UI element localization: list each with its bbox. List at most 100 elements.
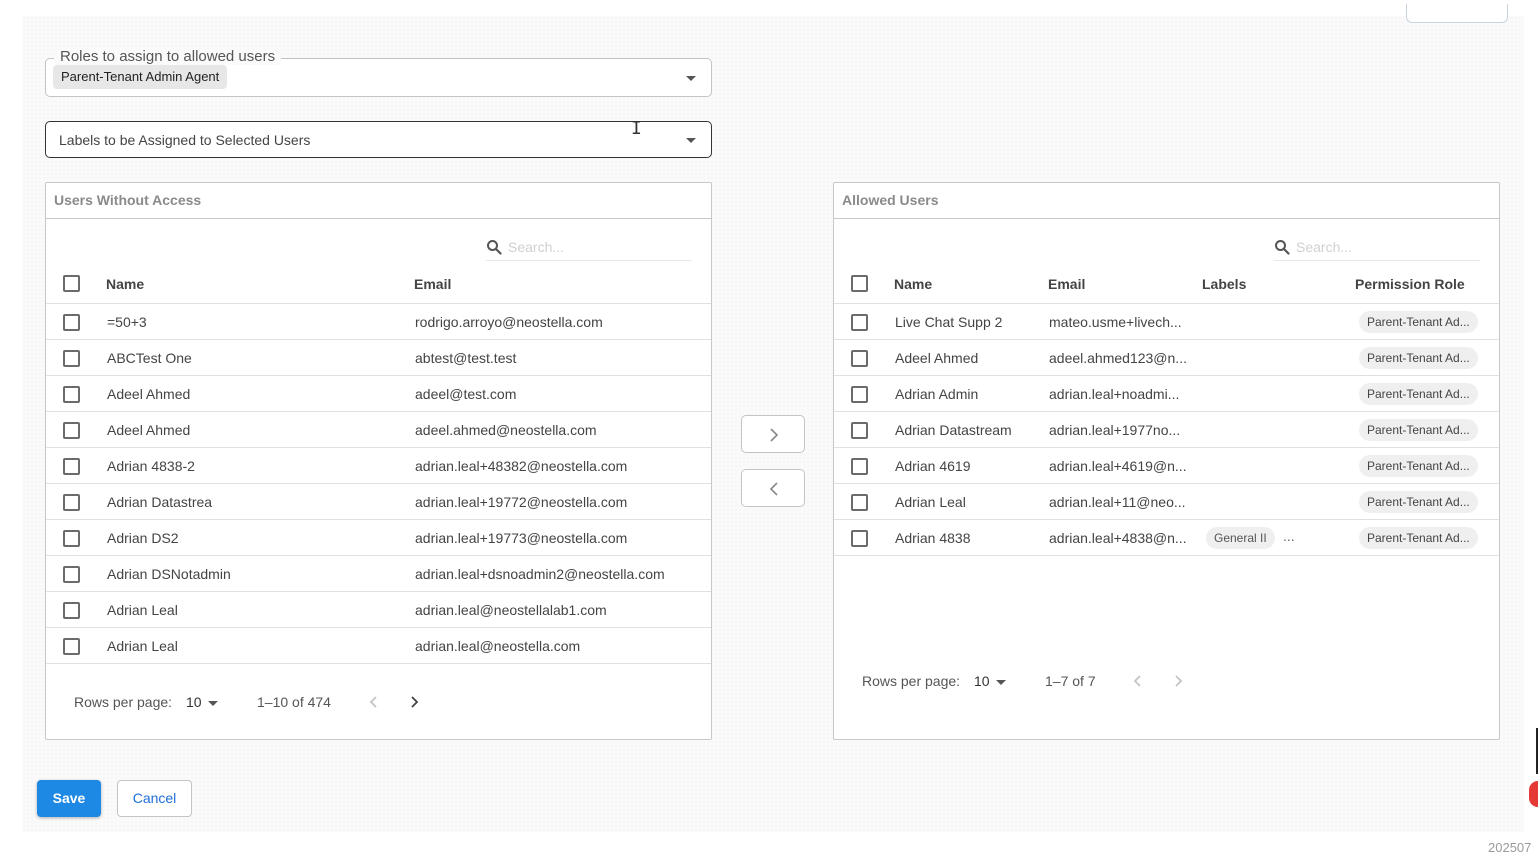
- user-name: Adrian 4838: [895, 530, 971, 546]
- row-checkbox[interactable]: [851, 422, 868, 439]
- page-range: 1–7 of 7: [1045, 673, 1096, 689]
- row-checkbox[interactable]: [63, 566, 80, 583]
- user-email: adeel.ahmed123@n...: [1049, 350, 1187, 366]
- row-checkbox[interactable]: [63, 602, 80, 619]
- cancel-button[interactable]: Cancel: [117, 780, 192, 817]
- chevron-down-icon[interactable]: [208, 701, 218, 706]
- permission-role-chip[interactable]: Parent-Tenant Ad...: [1359, 311, 1478, 333]
- row-checkbox[interactable]: [63, 350, 80, 367]
- roles-select[interactable]: Roles to assign to allowed users Parent-…: [45, 48, 712, 97]
- column-header-email[interactable]: Email: [414, 276, 451, 292]
- chevron-right-icon[interactable]: [405, 693, 423, 711]
- table-row[interactable]: Adrian Datastrea adrian.leal+19772@neoste…: [46, 484, 711, 520]
- row-checkbox[interactable]: [63, 494, 80, 511]
- role-chip[interactable]: Parent-Tenant Admin Agent: [53, 65, 228, 89]
- column-header-labels[interactable]: Labels: [1202, 276, 1246, 292]
- row-checkbox[interactable]: [63, 422, 80, 439]
- search-input[interactable]: [508, 237, 688, 257]
- column-header-name[interactable]: Name: [894, 276, 932, 292]
- user-email: adrian.leal+19772@neostella.com: [415, 494, 628, 510]
- table-row[interactable]: Live Chat Supp 2 mateo.usme+livech... Pare…: [834, 304, 1499, 340]
- user-email: abtest@test.test: [415, 350, 517, 366]
- chevron-left-icon: [769, 482, 778, 496]
- rows-per-page-label: Rows per page:: [74, 694, 173, 710]
- row-checkbox[interactable]: [63, 458, 80, 475]
- user-name: Adrian Leal: [107, 638, 178, 654]
- search-box: [1274, 235, 1480, 261]
- table-row[interactable]: Adrian DSNotadmin adrian.leal+dsnoadmin2@…: [46, 556, 711, 592]
- row-checkbox[interactable]: [63, 530, 80, 547]
- chevron-left-icon[interactable]: [1129, 672, 1147, 690]
- user-email: adrian.leal+dsnoadmin2@neostella.com: [415, 566, 665, 582]
- table-row[interactable]: Adrian Datastream adrian.leal+1977no... Pa…: [834, 412, 1499, 448]
- row-checkbox[interactable]: [851, 494, 868, 511]
- user-email: adrian.leal+4619@n...: [1049, 458, 1187, 474]
- permission-role-chip[interactable]: Parent-Tenant Ad...: [1359, 383, 1478, 405]
- page-range: 1–10 of 474: [257, 694, 331, 710]
- user-name: Adrian 4838-2: [107, 458, 195, 474]
- column-header-email[interactable]: Email: [1048, 276, 1085, 292]
- user-email: mateo.usme+livech...: [1049, 314, 1182, 330]
- table-row[interactable]: Adeel Ahmed adeel@test.com: [46, 376, 711, 412]
- permission-role-chip[interactable]: Parent-Tenant Ad...: [1359, 491, 1478, 513]
- save-button[interactable]: Save: [37, 780, 101, 817]
- label-chip[interactable]: General II: [1206, 527, 1275, 549]
- users-without-access-panel: Users Without Access Name Email =50+3 rod…: [45, 182, 712, 740]
- labels-select[interactable]: Labels to be Assigned to Selected Users: [45, 121, 712, 158]
- search-input[interactable]: [1296, 237, 1476, 257]
- user-email: adrian.leal@neostella.com: [415, 638, 581, 654]
- top-action-button[interactable]: [1406, 4, 1508, 23]
- row-checkbox[interactable]: [63, 638, 80, 655]
- help-fab-button[interactable]: [1529, 781, 1538, 807]
- search-box: [486, 235, 692, 261]
- user-name: Live Chat Supp 2: [895, 314, 1003, 330]
- rows-per-page-select[interactable]: 10: [186, 694, 202, 710]
- rows-per-page-select[interactable]: 10: [974, 673, 990, 689]
- user-email: adrian.leal+19773@neostella.com: [415, 530, 628, 546]
- permission-role-chip[interactable]: Parent-Tenant Ad...: [1359, 527, 1478, 549]
- rows-per-page-label: Rows per page:: [862, 673, 961, 689]
- table-row[interactable]: =50+3 rodrigo.arroyo@neostella.com: [46, 304, 711, 340]
- chevron-right-icon[interactable]: [1169, 672, 1187, 690]
- panel-title: Allowed Users: [834, 183, 1499, 219]
- move-right-button[interactable]: [741, 415, 805, 453]
- row-checkbox[interactable]: [63, 314, 80, 331]
- row-checkbox[interactable]: [851, 458, 868, 475]
- table-row[interactable]: Adrian 4838 adrian.leal+4838@n... General …: [834, 520, 1499, 556]
- pagination: Rows per page: 10 1–10 of 474: [46, 688, 711, 718]
- chevron-down-icon[interactable]: [686, 75, 696, 81]
- table-row[interactable]: Adeel Ahmed adeel.ahmed@neostella.com: [46, 412, 711, 448]
- table-row[interactable]: ABCTest One abtest@test.test: [46, 340, 711, 376]
- user-name: Adrian Datastrea: [107, 494, 213, 510]
- table-row[interactable]: Adrian Leal adrian.leal+11@neo... Parent-T…: [834, 484, 1499, 520]
- more-labels-indicator[interactable]: ...: [1283, 528, 1295, 544]
- table-row[interactable]: Adrian 4838-2 adrian.leal+48382@neostella…: [46, 448, 711, 484]
- select-all-checkbox[interactable]: [851, 275, 868, 292]
- permission-role-chip[interactable]: Parent-Tenant Ad...: [1359, 419, 1478, 441]
- column-header-name[interactable]: Name: [106, 276, 144, 292]
- table-row[interactable]: Adrian 4619 adrian.leal+4619@n... Parent-T…: [834, 448, 1499, 484]
- move-left-button[interactable]: [741, 469, 805, 507]
- row-checkbox[interactable]: [851, 530, 868, 547]
- user-name: Adrian Leal: [107, 602, 178, 618]
- table-row[interactable]: Adrian Leal adrian.leal@neostella.com: [46, 628, 711, 664]
- table-row[interactable]: Adrian Admin adrian.leal+noadmi... Parent-…: [834, 376, 1499, 412]
- user-name: Adeel Ahmed: [107, 422, 191, 438]
- chevron-down-icon[interactable]: [686, 137, 696, 143]
- column-header-permission-role[interactable]: Permission Role: [1355, 276, 1465, 292]
- permission-role-chip[interactable]: Parent-Tenant Ad...: [1359, 455, 1478, 477]
- chevron-down-icon[interactable]: [996, 680, 1006, 685]
- table-row[interactable]: Adeel Ahmed adeel.ahmed123@n... Parent-Ten…: [834, 340, 1499, 376]
- row-checkbox[interactable]: [851, 386, 868, 403]
- permission-role-chip[interactable]: Parent-Tenant Ad...: [1359, 347, 1478, 369]
- allowed-users-panel: Allowed Users Name Email Labels Permissi…: [833, 182, 1500, 740]
- table-row[interactable]: Adrian DS2 adrian.leal+19773@neostella.co…: [46, 520, 711, 556]
- select-all-checkbox[interactable]: [63, 275, 80, 292]
- row-checkbox[interactable]: [63, 386, 80, 403]
- chevron-left-icon[interactable]: [365, 693, 383, 711]
- row-checkbox[interactable]: [851, 350, 868, 367]
- table-row[interactable]: Adrian Leal adrian.leal@neostellalab1.com: [46, 592, 711, 628]
- row-checkbox[interactable]: [851, 314, 868, 331]
- user-email: adeel.ahmed@neostella.com: [415, 422, 597, 438]
- table-header: Name Email Labels Permission Role: [834, 266, 1499, 304]
